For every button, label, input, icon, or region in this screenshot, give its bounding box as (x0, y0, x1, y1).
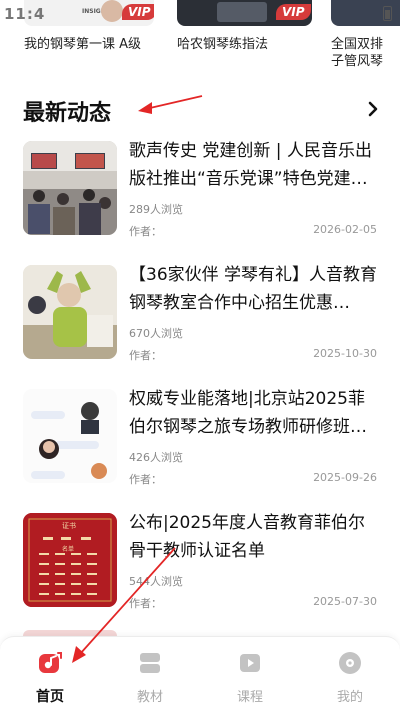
news-headline[interactable]: 公布|2025年度人音教育菲伯尔骨干教师认证名单 (129, 509, 379, 565)
news-author: 作者： (129, 225, 162, 238)
news-author: 作者： (129, 473, 162, 486)
news-item[interactable]: 【36家伙伴 学琴有礼】人音教育钢琴教室合作中心招生优惠… 670人浏览 作者：… (0, 265, 400, 383)
course-title[interactable]: 哈农钢琴练指法 (177, 36, 268, 53)
news-thumbnail: 证书 名单 (23, 513, 117, 607)
battery-icon (383, 6, 392, 21)
certificate-caption: 证书 (62, 522, 76, 530)
news-date: 2025-09-26 (313, 471, 377, 484)
news-item[interactable]: 证书 名单 公布|2025年度人音教育菲伯尔骨干教师认证名单 544人浏览 作者… (0, 513, 400, 631)
bottom-tab-bar: 首页 教材 课程 我的 (0, 636, 400, 710)
video-course-icon (238, 651, 262, 675)
certificate-caption: 名单 (62, 546, 75, 553)
tab-label: 首页 (36, 689, 64, 705)
news-views: 426人浏览 (129, 451, 183, 464)
course-title-line2[interactable]: 子管风琴 (331, 53, 383, 70)
news-headline[interactable]: 权威专业能落地|北京站2025菲伯尔钢琴之旅专场教师研修班… (129, 385, 379, 441)
news-date: 2025-07-30 (313, 595, 377, 608)
profile-icon (338, 651, 362, 675)
tab-textbooks[interactable]: 教材 (100, 637, 200, 710)
news-item[interactable]: 歌声传史 党建创新 | 人民音乐出版社推出“音乐党课”特色党建… 289人浏览 … (0, 141, 400, 259)
tab-label: 教材 (136, 690, 163, 705)
news-thumbnail (23, 265, 117, 359)
news-views: 544人浏览 (129, 575, 183, 588)
course-title[interactable]: 全国双排 (331, 36, 383, 53)
tab-label: 我的 (336, 690, 363, 705)
tab-label: 课程 (236, 690, 263, 705)
news-date: 2026-02-05 (313, 223, 377, 236)
news-date: 2025-10-30 (313, 347, 377, 360)
status-bar: 11:4 (0, 0, 400, 28)
news-views: 289人浏览 (129, 203, 183, 216)
news-author: 作者： (129, 349, 162, 362)
news-author: 作者： (129, 597, 162, 610)
news-thumbnail (23, 141, 117, 235)
news-headline[interactable]: 【36家伙伴 学琴有礼】人音教育钢琴教室合作中心招生优惠… (129, 261, 379, 317)
section-title: 最新动态 (23, 101, 112, 126)
status-time: 11:4 (4, 5, 46, 23)
home-music-icon (38, 651, 62, 675)
chevron-right-icon[interactable] (367, 98, 381, 120)
tab-home[interactable]: 首页 (0, 637, 100, 710)
tab-courses[interactable]: 课程 (200, 637, 300, 710)
news-views: 670人浏览 (129, 327, 183, 340)
books-icon (138, 651, 162, 675)
tab-profile[interactable]: 我的 (300, 637, 400, 710)
news-item[interactable]: 权威专业能落地|北京站2025菲伯尔钢琴之旅专场教师研修班… 426人浏览 作者… (0, 389, 400, 507)
news-headline[interactable]: 歌声传史 党建创新 | 人民音乐出版社推出“音乐党课”特色党建… (129, 137, 379, 193)
course-title[interactable]: 我的钢琴第一课 A级 (24, 36, 141, 53)
news-thumbnail (23, 389, 117, 483)
